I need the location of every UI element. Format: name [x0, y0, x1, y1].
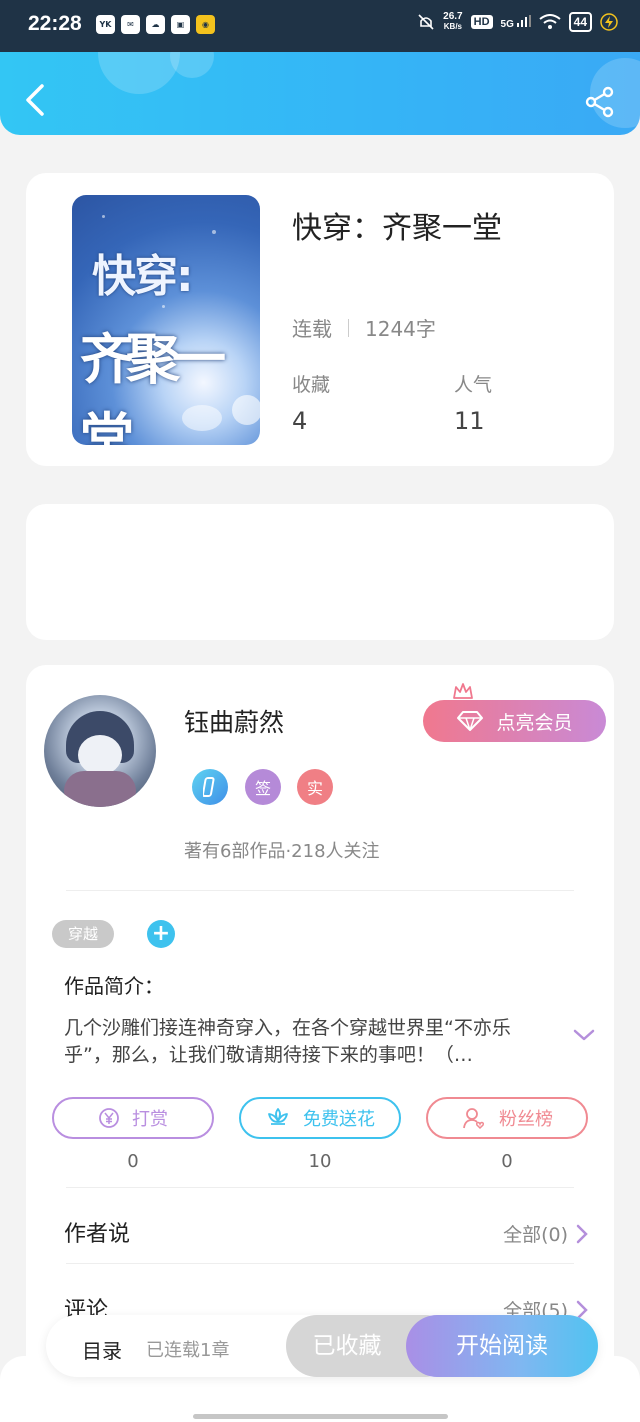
word-count: 1244字 [365, 317, 436, 341]
start-reading-button[interactable]: 开始阅读 [406, 1315, 598, 1377]
avatar-face [78, 735, 122, 775]
app-icon: ◉ [196, 15, 215, 34]
chevron-down-icon[interactable] [572, 1027, 596, 1043]
cloud-icon: ☁ [146, 15, 165, 34]
charging-icon [600, 13, 618, 31]
status-bar: 22:28 YK ✉ ☁ ▣ ◉ 26.7 KB/s HD 5G 44 [0, 0, 640, 52]
signed-badge: 签 [245, 769, 281, 805]
flower-count: 10 [308, 1151, 332, 1172]
cover-sparkle [162, 305, 165, 308]
signal-icon [516, 14, 531, 27]
status-indicators: 26.7 KB/s HD 5G 44 [417, 12, 618, 32]
fan-user-icon [463, 1108, 485, 1130]
mute-icon [418, 14, 434, 30]
author-card: 钰曲蔚然 点亮会员 签 实 著有6部作品·218人关注 穿越 + 作品简介： 几… [26, 665, 614, 1385]
cover-title-line1: 快穿: [92, 251, 194, 302]
home-indicator[interactable] [193, 1414, 448, 1419]
serial-chapters: 已连载1章 [146, 1340, 230, 1361]
tip-button[interactable]: 打赏 [52, 1097, 214, 1139]
diamond-icon [457, 711, 484, 731]
avatar[interactable] [44, 695, 156, 807]
collected-label: 已收藏 [312, 1333, 382, 1359]
decor-bubble [98, 52, 180, 94]
notification-icons: YK ✉ ☁ ▣ ◉ [96, 15, 215, 34]
favorites-value: 4 [292, 407, 308, 435]
chevron-right-icon [576, 1224, 588, 1243]
author-name[interactable]: 钰曲蔚然 [184, 703, 284, 739]
mail-icon: ✉ [121, 15, 140, 34]
add-tag-button[interactable]: + [147, 920, 175, 948]
member-button-label: 点亮会员 [496, 711, 573, 734]
net-speed: 26.7 KB/s [443, 12, 462, 32]
network-indicator: 5G [500, 14, 531, 30]
status-time: 22:28 [28, 12, 82, 35]
book-title: 快穿：齐聚一堂 [292, 211, 502, 246]
crown-icon [453, 683, 473, 699]
share-button[interactable] [584, 86, 616, 118]
net-speed-unit: KB/s [443, 22, 462, 31]
member-button[interactable]: 点亮会员 [423, 700, 606, 742]
author-says-all-label: 全部(0) [503, 1224, 568, 1246]
avatar-scarf [64, 771, 136, 807]
yuan-coin-icon [99, 1108, 119, 1128]
divider [66, 890, 574, 891]
fan-count: 0 [501, 1151, 513, 1172]
hd-badge: HD [470, 15, 493, 29]
favorites-label: 收藏 [292, 374, 331, 396]
popularity-value: 11 [454, 407, 485, 435]
battery-indicator: 44 [568, 12, 592, 32]
book-status-row: 连载 1244字 [292, 313, 436, 342]
popularity-label: 人气 [454, 374, 493, 396]
book-cover[interactable]: 快穿: 齐聚一堂 [72, 195, 260, 445]
divider [66, 1187, 574, 1188]
cover-title-line2: 齐聚一堂 [80, 328, 226, 445]
phone-badge-icon [192, 769, 228, 805]
back-button[interactable] [20, 82, 50, 118]
fan-ranking-label: 粉丝榜 [499, 1109, 553, 1130]
net-speed-value: 26.7 [443, 11, 463, 22]
author-meta: 著有6部作品·218人关注 [184, 841, 380, 862]
photo-icon: ▣ [171, 15, 190, 34]
book-info-card: 快穿: 齐聚一堂 快穿：齐聚一堂 连载 1244字 收藏 4 人气 11 [26, 173, 614, 466]
serial-status: 连载 [292, 317, 332, 341]
cover-sparkle [212, 230, 216, 234]
tip-count: 0 [127, 1151, 139, 1172]
tip-label: 打赏 [132, 1109, 168, 1130]
genre-tag[interactable]: 穿越 [52, 920, 114, 948]
cover-sparkle [102, 215, 105, 218]
decor-bubble [170, 52, 214, 78]
wifi-icon [539, 14, 561, 29]
divider [66, 1263, 574, 1264]
free-flower-button[interactable]: 免费送花 [239, 1097, 401, 1139]
divider [348, 318, 349, 337]
intro-label: 作品简介： [64, 974, 164, 998]
youku-icon: YK [96, 15, 115, 34]
flower-icon [268, 1108, 288, 1125]
intro-text[interactable]: 几个沙雕们接连神奇穿入，在各个穿越世界里“不亦乐乎”，那么，让我们敬请期待接下来… [64, 1015, 554, 1069]
blank-card [26, 504, 614, 640]
fan-ranking-button[interactable]: 粉丝榜 [426, 1097, 588, 1139]
author-says-label[interactable]: 作者说 [64, 1216, 130, 1248]
network-label: 5G [500, 18, 514, 30]
author-says-all-link[interactable]: 全部(0) [503, 1220, 588, 1247]
top-nav [0, 52, 640, 135]
toc-button[interactable]: 目录 [82, 1335, 122, 1364]
free-flower-label: 免费送花 [303, 1109, 375, 1130]
reading-action-bar: 目录 已连载1章 已收藏 开始阅读 [46, 1315, 598, 1377]
verified-badge: 实 [297, 769, 333, 805]
